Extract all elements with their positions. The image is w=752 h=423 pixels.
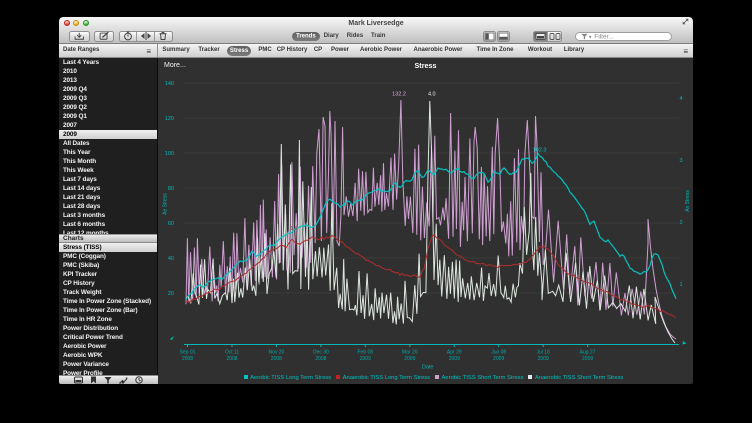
svg-text:1.6: 1.6 bbox=[291, 226, 298, 232]
svg-text:2009: 2009 bbox=[404, 356, 415, 362]
svg-text:3: 3 bbox=[679, 158, 682, 164]
svg-text:2009: 2009 bbox=[582, 356, 593, 362]
svg-text:132.2: 132.2 bbox=[392, 91, 406, 97]
svg-text:40: 40 bbox=[168, 256, 174, 262]
svg-text:4.0: 4.0 bbox=[428, 91, 436, 97]
svg-text:Feb 08: Feb 08 bbox=[358, 349, 374, 355]
svg-text:Date: Date bbox=[422, 364, 434, 370]
svg-text:Oct 11: Oct 11 bbox=[225, 349, 240, 355]
svg-text:2008: 2008 bbox=[226, 356, 237, 362]
svg-text:100: 100 bbox=[165, 151, 174, 157]
svg-text:Ae Stress: Ae Stress bbox=[163, 192, 169, 214]
svg-text:2009: 2009 bbox=[493, 356, 504, 362]
svg-text:Nov 20: Nov 20 bbox=[268, 349, 284, 355]
svg-text:Jun 08: Jun 08 bbox=[491, 349, 506, 355]
svg-text:An Stress: An Stress bbox=[685, 189, 691, 211]
svg-text:2008: 2008 bbox=[271, 356, 282, 362]
svg-text:140: 140 bbox=[165, 81, 174, 87]
svg-text:2009: 2009 bbox=[538, 356, 549, 362]
svg-text:2008: 2008 bbox=[315, 356, 326, 362]
svg-text:Dec 30: Dec 30 bbox=[313, 349, 329, 355]
svg-text:Mar 20: Mar 20 bbox=[402, 349, 418, 355]
svg-text:Apr 29: Apr 29 bbox=[447, 349, 462, 355]
svg-text:Aug 27: Aug 27 bbox=[580, 349, 596, 355]
svg-text:60: 60 bbox=[168, 221, 174, 227]
svg-text:Jul 18: Jul 18 bbox=[537, 349, 551, 355]
svg-text:80: 80 bbox=[168, 186, 174, 192]
svg-text:2009: 2009 bbox=[449, 356, 460, 362]
svg-text:120: 120 bbox=[165, 116, 174, 122]
svg-text:102.3: 102.3 bbox=[533, 147, 547, 153]
svg-text:2008: 2008 bbox=[182, 356, 193, 362]
svg-text:Sep 01: Sep 01 bbox=[180, 349, 196, 355]
svg-text:20: 20 bbox=[168, 291, 174, 297]
svg-text:1: 1 bbox=[679, 282, 682, 288]
svg-text:2009: 2009 bbox=[360, 356, 371, 362]
svg-text:4: 4 bbox=[679, 96, 682, 102]
svg-text:2: 2 bbox=[679, 220, 682, 226]
